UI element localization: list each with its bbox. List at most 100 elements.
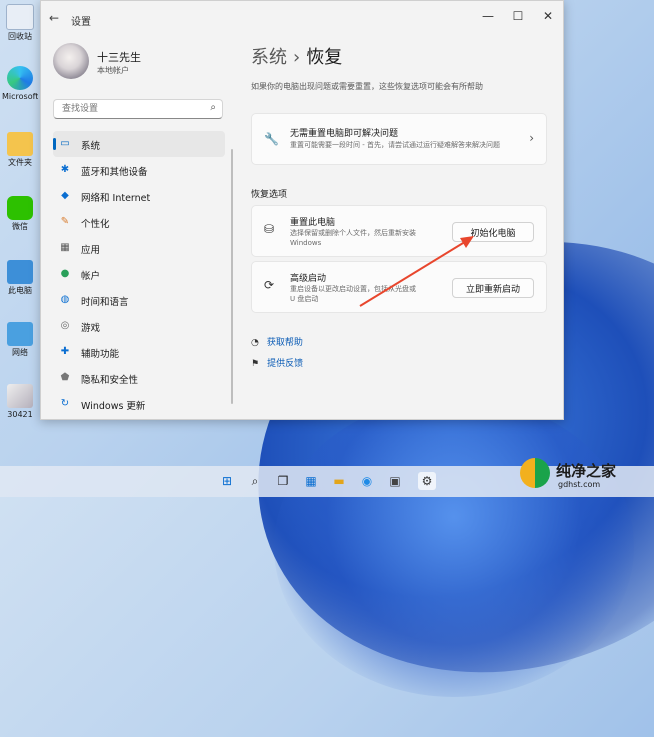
card-title: 高级启动 <box>290 274 327 284</box>
sidebar-item-label: 蓝牙和其他设备 <box>81 167 148 178</box>
give-feedback-link[interactable]: ⚑ 提供反馈 <box>251 356 303 369</box>
update-icon: ↻ <box>60 398 70 409</box>
sidebar-item-privacy[interactable]: ⬟ 隐私和安全性 <box>53 365 225 391</box>
reset-pc-button[interactable]: 初始化电脑 <box>452 222 534 242</box>
sidebar-item-system[interactable]: ▭ 系统 <box>53 131 225 157</box>
bluetooth-icon: ✱ <box>60 164 70 175</box>
sidebar-item-label: 时间和语言 <box>81 297 129 308</box>
restart-now-button[interactable]: 立即重新启动 <box>452 278 534 298</box>
task-view-icon[interactable]: ❐ <box>274 472 292 490</box>
sidebar-item-personalization[interactable]: ✎ 个性化 <box>53 209 225 235</box>
desktop-icon-recycle-bin[interactable]: 回收站 <box>2 4 38 41</box>
help-icon: ◔ <box>251 338 259 348</box>
sidebar-item-gaming[interactable]: ◎ 游戏 <box>53 313 225 339</box>
desktop-icon-folder[interactable]: 文件夹 <box>2 132 38 167</box>
sidebar-item-label: 游戏 <box>81 323 101 334</box>
edge-icon[interactable]: ◉ <box>358 472 376 490</box>
sidebar-item-bluetooth[interactable]: ✱ 蓝牙和其他设备 <box>53 157 225 183</box>
sidebar-item-windows-update[interactable]: ↻ Windows 更新 <box>53 391 225 417</box>
give-feedback-label: 提供反馈 <box>267 359 304 369</box>
account-type: 本地帐户 <box>97 66 129 75</box>
watermark-logo <box>520 458 550 488</box>
user-name: 十三先生 <box>97 51 141 64</box>
card-subtitle: 重置可能需要一段时间 - 首先，请尝试通过运行疑难解答来解决问题 <box>290 141 500 149</box>
minimize-button[interactable]: — <box>477 9 499 23</box>
reset-pc-icon: ⛁ <box>264 222 275 236</box>
settings-icon[interactable]: ⚙ <box>418 472 436 490</box>
fix-problems-card[interactable]: 🔧 无需重置电脑即可解决问题 重置可能需要一段时间 - 首先，请尝试通过运行疑难… <box>251 113 547 165</box>
chevron-right-icon: › <box>529 131 534 145</box>
get-help-link[interactable]: ◔ 获取帮助 <box>251 335 303 348</box>
search-box[interactable]: ⌕ <box>53 99 223 119</box>
advanced-startup-icon: ⟳ <box>264 278 275 292</box>
search-input[interactable] <box>60 103 204 115</box>
sidebar-nav: ▭ 系统 ✱ 蓝牙和其他设备 ◆ 网络和 Internet ✎ 个性化 ▦ 应用… <box>53 131 225 417</box>
get-help-label: 获取帮助 <box>266 338 303 348</box>
card-subtitle-line1: 选择保留或删除个人文件，然后重新安装 <box>290 229 416 237</box>
person-icon: ● <box>60 268 70 279</box>
wifi-icon: ◆ <box>61 190 69 201</box>
feedback-icon: ⚑ <box>251 359 260 369</box>
breadcrumb-separator: › <box>293 47 301 68</box>
desktop-icon-edge[interactable]: Microsoft Edge <box>2 66 38 101</box>
gamepad-icon: ◎ <box>60 320 70 331</box>
folder-icon <box>7 132 33 156</box>
monitor-icon: ▭ <box>60 138 70 149</box>
sidebar-scrollbar[interactable] <box>231 149 233 404</box>
desktop-icon-this-pc[interactable]: 此电脑 <box>2 260 38 295</box>
sidebar-item-time-language[interactable]: ◍ 时间和语言 <box>53 287 225 313</box>
breadcrumb: 系统 › 恢复 <box>251 43 342 69</box>
card-subtitle-line2: U 盘启动 <box>290 295 319 303</box>
store-icon[interactable]: ▣ <box>386 472 404 490</box>
globe-clock-icon: ◍ <box>60 294 70 305</box>
sidebar-item-label: Windows 更新 <box>81 401 146 412</box>
wechat-icon <box>7 196 33 220</box>
page-title: 恢复 <box>306 47 343 68</box>
sidebar-item-label: 辅助功能 <box>81 349 120 360</box>
sidebar-item-apps[interactable]: ▦ 应用 <box>53 235 225 261</box>
card-subtitle-line2: Windows <box>290 239 322 247</box>
watermark-url: gdhst.com <box>558 480 601 489</box>
desktop-icon-wechat[interactable]: 微信 <box>2 196 38 231</box>
maximize-button[interactable]: ☐ <box>507 9 529 23</box>
sidebar-item-accessibility[interactable]: ✚ 辅助功能 <box>53 339 225 365</box>
card-subtitle-line1: 重启设备以更改启动设置，包括从光盘或 <box>290 285 416 293</box>
window-title: 设置 <box>71 17 91 28</box>
desktop-icon-image[interactable]: 30421 <box>2 384 38 419</box>
desktop-icon-network[interactable]: 网络 <box>2 322 38 357</box>
widgets-icon[interactable]: ▦ <box>302 472 320 490</box>
sidebar-item-label: 应用 <box>81 245 101 256</box>
breadcrumb-parent[interactable]: 系统 <box>251 47 287 68</box>
wallpaper-bloom-highlight <box>274 397 634 697</box>
shield-icon: ⬟ <box>60 372 70 383</box>
computer-icon <box>7 260 33 284</box>
back-arrow-icon[interactable]: ← <box>49 11 59 25</box>
avatar <box>53 43 89 79</box>
sidebar-item-accounts[interactable]: ● 帐户 <box>53 261 225 287</box>
accessibility-icon: ✚ <box>60 346 70 357</box>
edge-icon <box>7 66 33 90</box>
title-bar: ← 设置 — ☐ ✕ <box>41 1 563 37</box>
close-button[interactable]: ✕ <box>537 9 559 23</box>
reset-pc-card: ⛁ 重置此电脑 选择保留或删除个人文件，然后重新安装 Windows 初始化电脑 <box>251 205 547 257</box>
sidebar-item-label: 系统 <box>81 141 101 152</box>
brush-icon: ✎ <box>60 216 70 227</box>
file-explorer-icon[interactable]: ▬ <box>330 472 348 490</box>
recycle-bin-icon <box>6 4 34 30</box>
image-file-icon <box>7 384 33 408</box>
advanced-startup-card: ⟳ 高级启动 重启设备以更改启动设置，包括从光盘或 U 盘启动 立即重新启动 <box>251 261 547 313</box>
windows-start-icon[interactable]: ⊞ <box>218 472 236 490</box>
search-icon: ⌕ <box>210 102 216 113</box>
watermark: 纯净之家 gdhst.com <box>520 452 654 497</box>
settings-window: ← 设置 — ☐ ✕ 十三先生 本地帐户 ⌕ ▭ 系统 ✱ 蓝牙和其他设备 ◆ … <box>40 0 564 420</box>
search-icon[interactable]: ⌕ <box>246 472 264 490</box>
sidebar-item-network[interactable]: ◆ 网络和 Internet <box>53 183 225 209</box>
sidebar-item-label: 网络和 Internet <box>81 193 151 204</box>
apps-icon: ▦ <box>60 242 70 253</box>
page-description: 如果你的电脑出现问题或需要重置，这些恢复选项可能会有所帮助 <box>251 82 483 91</box>
wrench-icon: 🔧 <box>264 132 279 146</box>
card-title: 无需重置电脑即可解决问题 <box>290 129 399 139</box>
watermark-brand: 纯净之家 <box>556 462 617 480</box>
active-indicator <box>53 138 56 150</box>
section-title: 恢复选项 <box>251 190 288 200</box>
